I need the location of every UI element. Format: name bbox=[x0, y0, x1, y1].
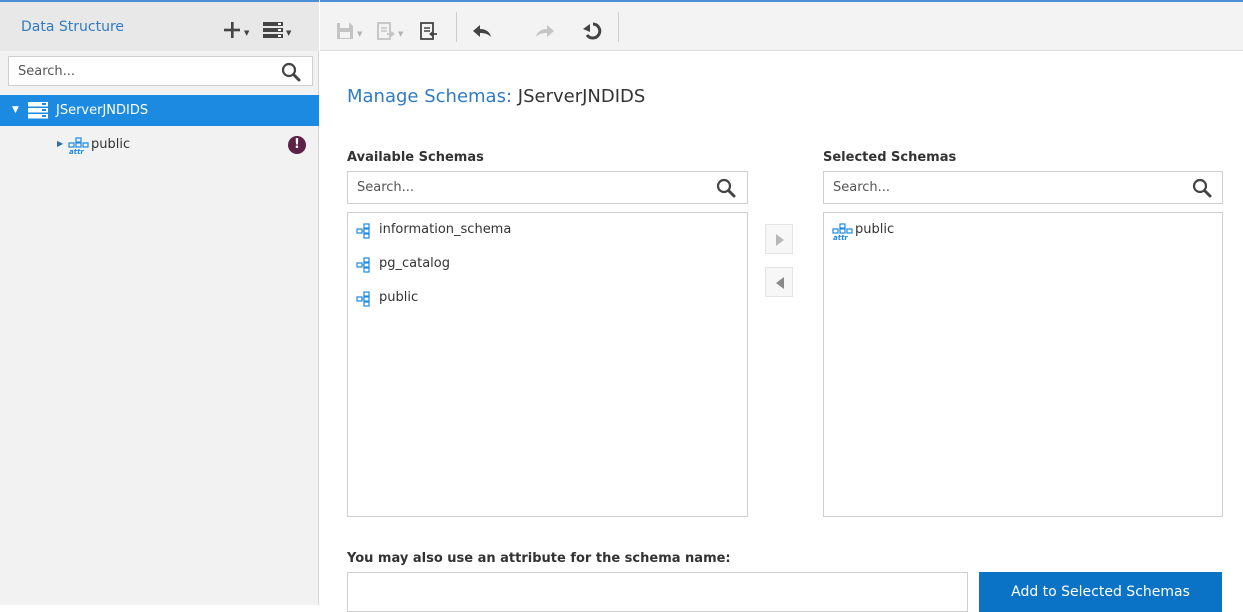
tree-search-input[interactable] bbox=[9, 57, 269, 85]
list-item-label: pg_catalog bbox=[379, 256, 450, 271]
page-title: Manage Schemas: JServerJNDIDS bbox=[347, 86, 645, 107]
expand-triangle-icon[interactable]: ▼ bbox=[12, 105, 19, 115]
list-item-public-selected[interactable]: attr public bbox=[831, 221, 1211, 241]
data-structure-panel: Data Structure ▼ ▼ Search... ▼ JServerJN… bbox=[0, 0, 319, 605]
chevron-down-icon: ▼ bbox=[357, 30, 363, 38]
redo-button[interactable] bbox=[534, 13, 556, 41]
chevron-down-icon: ▼ bbox=[398, 30, 404, 38]
export-button[interactable]: ▼ bbox=[376, 13, 403, 41]
list-item-label: public bbox=[855, 222, 895, 237]
selected-search-box bbox=[823, 171, 1223, 204]
svg-text:attr: attr bbox=[69, 148, 84, 155]
list-item-public[interactable]: public bbox=[355, 289, 735, 309]
revert-button[interactable] bbox=[582, 13, 604, 41]
list-item-label: information_schema bbox=[379, 222, 512, 237]
move-left-button[interactable] bbox=[765, 267, 793, 297]
panel-title: Data Structure bbox=[21, 19, 125, 35]
datasource-menu-button[interactable]: ▼ bbox=[262, 16, 291, 40]
tree-node-label: JServerJNDIDS bbox=[56, 103, 149, 118]
save-button[interactable]: ▼ bbox=[335, 13, 362, 41]
attribute-schema-label: You may also use an attribute for the sc… bbox=[347, 551, 731, 566]
search-icon[interactable] bbox=[1192, 178, 1212, 198]
selected-schemas-list: attr public bbox=[823, 212, 1223, 517]
undo-button[interactable] bbox=[471, 13, 493, 41]
tree-search-box bbox=[8, 56, 313, 86]
toolbar: ▼ ▼ bbox=[320, 0, 1243, 51]
server-icon bbox=[28, 102, 48, 119]
save-icon bbox=[337, 23, 353, 39]
tree-node-public[interactable]: ▶ attr public bbox=[0, 134, 319, 158]
schema-icon bbox=[356, 257, 370, 273]
tree-node-label: public bbox=[91, 137, 131, 152]
chevron-down-icon: ▼ bbox=[286, 29, 292, 37]
chevron-down-icon: ▼ bbox=[244, 29, 250, 37]
import-button[interactable] bbox=[419, 13, 439, 41]
left-panel-header: Data Structure ▼ ▼ bbox=[0, 0, 319, 51]
available-search-box bbox=[347, 171, 748, 204]
warning-icon[interactable]: ! bbox=[288, 136, 306, 154]
add-menu-button[interactable]: ▼ bbox=[222, 16, 249, 40]
arrow-right-icon bbox=[776, 234, 784, 246]
toolbar-separator bbox=[618, 12, 619, 42]
available-schemas-list: information_schema pg_catalog public bbox=[347, 212, 748, 517]
move-right-button[interactable] bbox=[765, 224, 793, 254]
schema-attr-icon: attr bbox=[68, 137, 89, 155]
search-icon[interactable] bbox=[716, 178, 736, 198]
redo-icon bbox=[536, 25, 554, 37]
search-icon[interactable] bbox=[281, 62, 301, 82]
list-item-label: public bbox=[379, 290, 419, 305]
svg-text:attr: attr bbox=[833, 234, 848, 241]
selected-schemas-label: Selected Schemas bbox=[823, 150, 957, 165]
plus-icon bbox=[224, 22, 240, 38]
add-to-selected-schemas-button[interactable]: Add to Selected Schemas bbox=[979, 572, 1222, 612]
export-icon bbox=[377, 22, 395, 40]
attribute-schema-input[interactable] bbox=[347, 572, 968, 612]
selected-search-input[interactable] bbox=[824, 172, 1174, 203]
schema-icon bbox=[356, 223, 370, 239]
import-icon bbox=[420, 22, 437, 40]
server-stack-icon bbox=[263, 22, 283, 38]
page-title-prefix: Manage Schemas: bbox=[347, 86, 513, 107]
tree-node-jserverjndids[interactable]: ▼ JServerJNDIDS bbox=[0, 95, 319, 126]
revert-icon bbox=[583, 22, 602, 40]
available-search-input[interactable] bbox=[348, 172, 698, 203]
list-item-pg-catalog[interactable]: pg_catalog bbox=[355, 255, 735, 275]
schema-attr-icon: attr bbox=[832, 223, 853, 241]
undo-icon bbox=[473, 25, 491, 37]
list-item-information-schema[interactable]: information_schema bbox=[355, 221, 735, 241]
toolbar-separator bbox=[456, 12, 457, 42]
collapsed-triangle-icon[interactable]: ▶ bbox=[57, 139, 63, 148]
arrow-left-icon bbox=[776, 277, 784, 289]
schema-icon bbox=[356, 291, 370, 307]
available-schemas-label: Available Schemas bbox=[347, 150, 484, 165]
page-title-datasource: JServerJNDIDS bbox=[517, 86, 646, 107]
